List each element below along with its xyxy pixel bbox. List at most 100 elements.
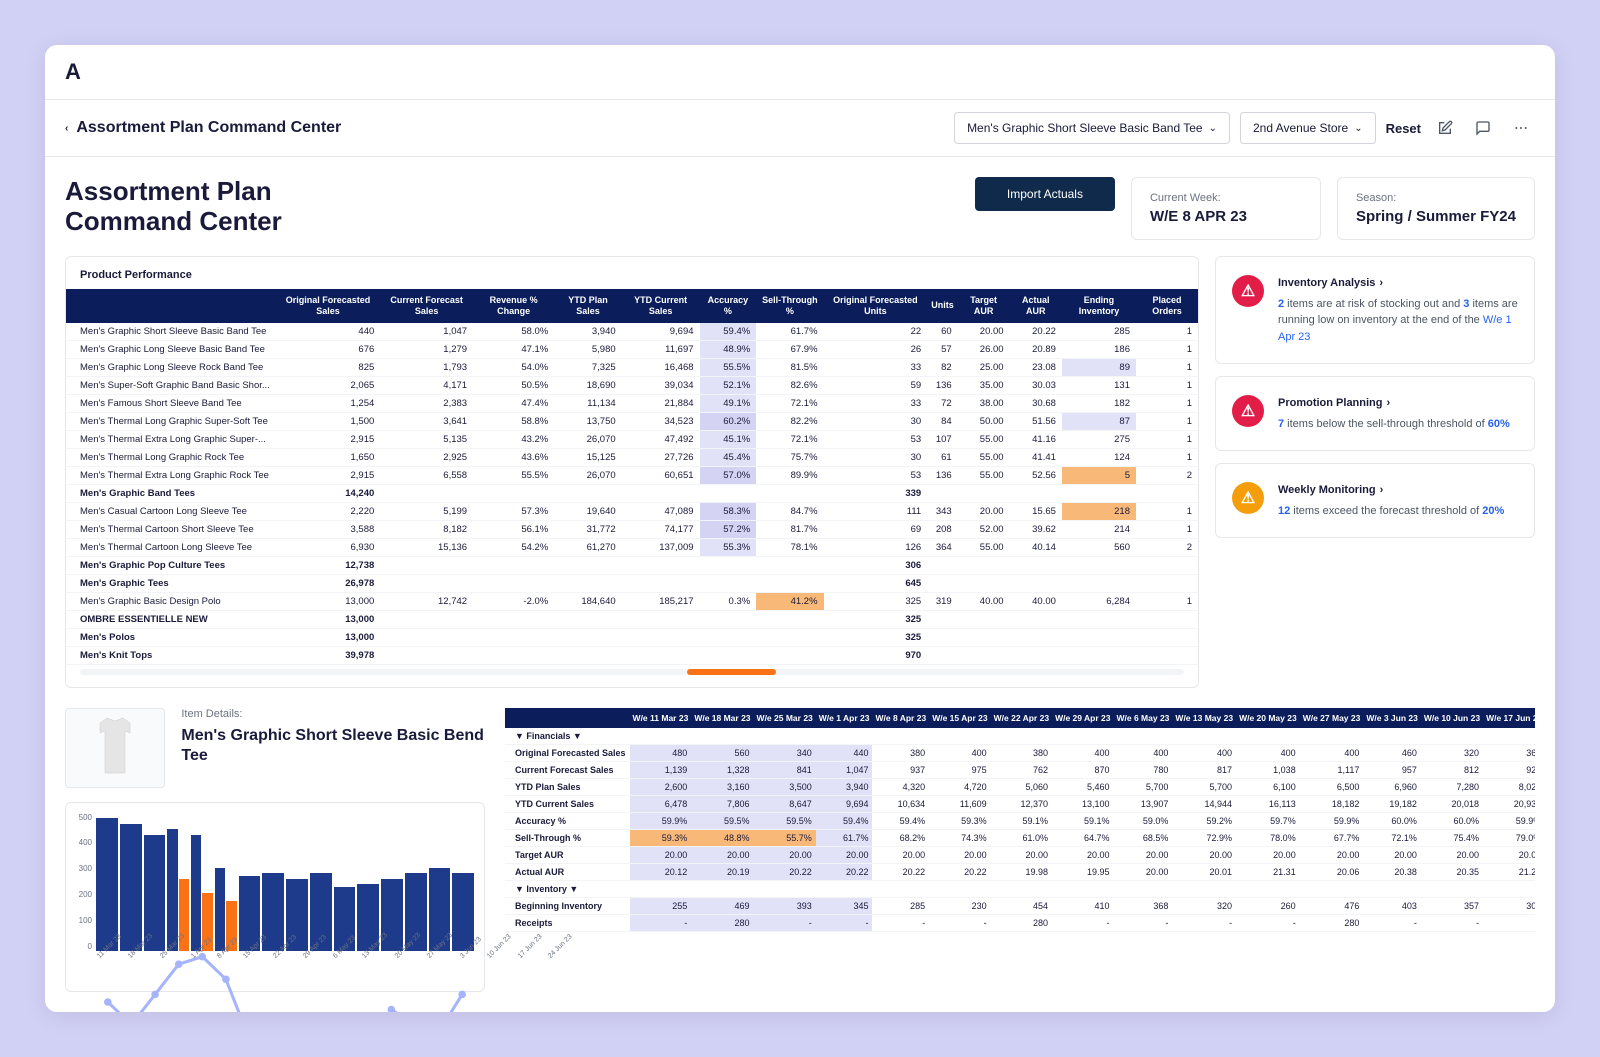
week-header[interactable]: W/e 3 Jun 23	[1363, 708, 1421, 728]
week-header[interactable]: W/e 10 Jun 23	[1421, 708, 1483, 728]
chart-bar[interactable]	[215, 868, 225, 951]
section-title: Product Performance	[66, 269, 1198, 289]
table-row[interactable]: Receipts-280----280----280----	[505, 914, 1535, 931]
week-header[interactable]: W/e 13 May 23	[1172, 708, 1236, 728]
table-row[interactable]: YTD Plan Sales2,6003,1603,5003,9404,3204…	[505, 778, 1535, 795]
chart-bar[interactable]	[96, 818, 118, 950]
table-row[interactable]: Men's Polos13,000325	[66, 628, 1198, 646]
column-header[interactable]: Actual AUR	[1010, 289, 1062, 323]
reset-button[interactable]: Reset	[1386, 121, 1421, 136]
current-week-card: Current Week: W/E 8 APR 23	[1131, 177, 1321, 240]
week-header[interactable]: W/e 29 Apr 23	[1052, 708, 1113, 728]
financial-table-container[interactable]: W/e 11 Mar 23W/e 18 Mar 23W/e 25 Mar 23W…	[505, 708, 1535, 992]
table-row[interactable]: Men's Knit Tops39,978970	[66, 646, 1198, 664]
table-row[interactable]: Men's Graphic Pop Culture Tees12,738306	[66, 556, 1198, 574]
comment-icon[interactable]	[1469, 114, 1497, 142]
group-header[interactable]: ▼ Inventory ▼	[505, 880, 1535, 897]
product-selector[interactable]: Men's Graphic Short Sleeve Basic Band Te…	[954, 112, 1230, 144]
alert-title[interactable]: Weekly Monitoring ›	[1278, 482, 1504, 499]
week-header[interactable]: W/e 17 Jun 23	[1483, 708, 1535, 728]
week-header[interactable]: W/e 18 Mar 23	[691, 708, 753, 728]
week-header[interactable]: W/e 6 May 23	[1114, 708, 1173, 728]
column-header[interactable]: Original Forecasted Units	[824, 289, 928, 323]
alert-card[interactable]: ⚠ Promotion Planning › 7 items below the…	[1215, 376, 1535, 451]
chart-bar[interactable]	[120, 824, 142, 951]
group-header[interactable]: ▼ Financials ▼	[505, 728, 1535, 745]
logo: A	[65, 59, 80, 85]
column-header[interactable]: YTD Plan Sales	[554, 289, 621, 323]
column-header[interactable]: YTD Current Sales	[622, 289, 700, 323]
chart-bar[interactable]	[144, 835, 166, 951]
table-row[interactable]: Men's Casual Cartoon Long Sleeve Tee2,22…	[66, 502, 1198, 520]
column-header[interactable]: Units	[927, 289, 958, 323]
alert-card[interactable]: ⚠ Inventory Analysis › 2 items are at ri…	[1215, 256, 1535, 364]
chevron-down-icon: ⌄	[1354, 123, 1362, 134]
store-selector-label: 2nd Avenue Store	[1253, 121, 1348, 135]
alert-title[interactable]: Inventory Analysis ›	[1278, 275, 1518, 292]
warning-icon: ⚠	[1232, 395, 1264, 427]
week-header[interactable]: W/e 20 May 23	[1236, 708, 1300, 728]
breadcrumb-text: Assortment Plan Command Center	[76, 119, 341, 137]
column-header[interactable]: Current Forecast Sales	[380, 289, 473, 323]
chart-bar[interactable]	[191, 835, 201, 951]
table-row[interactable]: Original Forecasted Sales480560340440380…	[505, 744, 1535, 761]
table-row[interactable]: Men's Thermal Long Graphic Rock Tee1,650…	[66, 448, 1198, 466]
alerts-column: ⚠ Inventory Analysis › 2 items are at ri…	[1215, 256, 1535, 538]
chevron-right-icon: ›	[1379, 275, 1383, 292]
table-row[interactable]: Target AUR20.0020.0020.0020.0020.0020.00…	[505, 846, 1535, 863]
item-detail-panel: Item Details: Men's Graphic Short Sleeve…	[65, 708, 485, 992]
back-chevron-icon[interactable]: ‹	[65, 123, 68, 134]
table-row[interactable]: Men's Famous Short Sleeve Band Tee1,2542…	[66, 394, 1198, 412]
column-header[interactable]: Accuracy %	[700, 289, 757, 323]
week-header[interactable]: W/e 11 Mar 23	[630, 708, 692, 728]
column-header[interactable]	[66, 289, 276, 323]
table-row[interactable]: Actual AUR20.1220.1920.2220.2220.2220.22…	[505, 863, 1535, 880]
table-row[interactable]: Men's Super-Soft Graphic Band Basic Shor…	[66, 376, 1198, 394]
week-header[interactable]: W/e 27 May 23	[1300, 708, 1364, 728]
item-chart[interactable]: 5004003002001000 11 Mar 2318 Mar 2325 Ma…	[65, 802, 485, 992]
more-icon[interactable]	[1507, 114, 1535, 142]
column-header[interactable]: Placed Orders	[1136, 289, 1198, 323]
financial-table[interactable]: W/e 11 Mar 23W/e 18 Mar 23W/e 25 Mar 23W…	[505, 708, 1535, 932]
column-header[interactable]: Revenue % Change	[473, 289, 554, 323]
week-header[interactable]: W/e 15 Apr 23	[929, 708, 990, 728]
horizontal-scrollbar[interactable]	[80, 669, 1184, 675]
column-header[interactable]: Target AUR	[958, 289, 1010, 323]
table-row[interactable]: Men's Thermal Extra Long Graphic Super-.…	[66, 430, 1198, 448]
week-header[interactable]: W/e 1 Apr 23	[816, 708, 873, 728]
chart-bar[interactable]	[167, 829, 177, 950]
table-row[interactable]: Men's Graphic Band Tees14,240339	[66, 484, 1198, 502]
table-row[interactable]: Men's Graphic Long Sleeve Rock Band Tee8…	[66, 358, 1198, 376]
table-row[interactable]: Men's Graphic Short Sleeve Basic Band Te…	[66, 323, 1198, 341]
table-row[interactable]: Men's Thermal Extra Long Graphic Rock Te…	[66, 466, 1198, 484]
table-row[interactable]: Men's Thermal Long Graphic Super-Soft Te…	[66, 412, 1198, 430]
alert-card[interactable]: ⚠ Weekly Monitoring › 12 items exceed th…	[1215, 463, 1535, 538]
product-performance-table[interactable]: Original Forecasted SalesCurrent Forecas…	[66, 289, 1198, 665]
week-header[interactable]: W/e 8 Apr 23	[872, 708, 929, 728]
table-row[interactable]: Men's Graphic Basic Design Polo13,00012,…	[66, 592, 1198, 610]
alert-text: 12 items exceed the forecast threshold o…	[1278, 503, 1504, 520]
table-row[interactable]: Men's Graphic Tees26,978645	[66, 574, 1198, 592]
alert-title[interactable]: Promotion Planning ›	[1278, 395, 1510, 412]
table-row[interactable]: Sell-Through %59.3%48.8%55.7%61.7%68.2%7…	[505, 829, 1535, 846]
alert-text: 7 items below the sell-through threshold…	[1278, 416, 1510, 433]
store-selector[interactable]: 2nd Avenue Store ⌄	[1240, 112, 1376, 144]
topbar: A	[45, 45, 1555, 100]
table-row[interactable]: Men's Thermal Cartoon Long Sleeve Tee6,9…	[66, 538, 1198, 556]
week-header[interactable]: W/e 25 Mar 23	[754, 708, 816, 728]
breadcrumb[interactable]: ‹ Assortment Plan Command Center	[65, 119, 944, 137]
table-row[interactable]: OMBRE ESSENTIELLE NEW13,000325	[66, 610, 1198, 628]
table-row[interactable]: Current Forecast Sales1,1391,3288411,047…	[505, 761, 1535, 778]
table-row[interactable]: Men's Graphic Long Sleeve Basic Band Tee…	[66, 340, 1198, 358]
table-row[interactable]: Men's Thermal Cartoon Short Sleeve Tee3,…	[66, 520, 1198, 538]
column-header[interactable]: Original Forecasted Sales	[276, 289, 380, 323]
week-header[interactable]: W/e 22 Apr 23	[991, 708, 1052, 728]
scrollbar-thumb[interactable]	[687, 669, 775, 675]
season-label: Season:	[1356, 192, 1516, 204]
column-header[interactable]: Ending Inventory	[1062, 289, 1136, 323]
table-row[interactable]: Accuracy %59.9%59.5%59.5%59.4%59.4%59.3%…	[505, 812, 1535, 829]
table-row[interactable]: YTD Current Sales6,4787,8068,6479,69410,…	[505, 795, 1535, 812]
edit-icon[interactable]	[1431, 114, 1459, 142]
import-actuals-button[interactable]: Import Actuals	[975, 177, 1115, 211]
column-header[interactable]: Sell-Through %	[756, 289, 823, 323]
